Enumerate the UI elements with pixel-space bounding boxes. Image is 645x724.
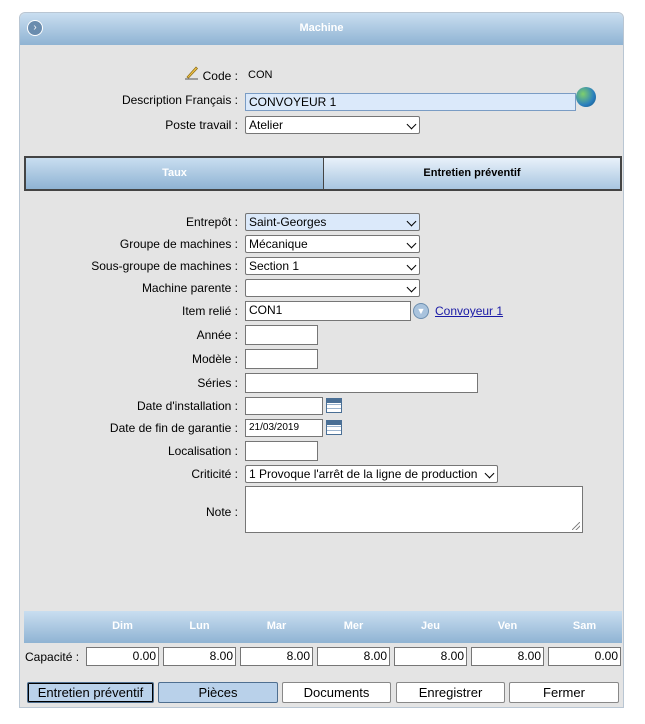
item-relie-label: Item relié : <box>181 304 238 318</box>
lookup-icon[interactable]: ▼ <box>413 303 429 319</box>
capacite-ven-input[interactable]: 8.00 <box>471 647 544 666</box>
localisation-input[interactable] <box>245 441 318 461</box>
capacite-dim-input[interactable]: 0.00 <box>86 647 159 666</box>
entretien-preventif-button[interactable]: Entretien préventif <box>27 682 154 703</box>
chevron-down-icon <box>406 119 417 130</box>
groupe-select[interactable]: Mécanique <box>245 235 420 253</box>
pieces-button[interactable]: Pièces <box>158 682 278 703</box>
calendar-icon[interactable] <box>326 420 342 435</box>
globe-icon[interactable] <box>576 87 596 107</box>
description-label: Description Français : <box>121 93 238 107</box>
modele-input[interactable] <box>245 349 318 369</box>
tab-taux[interactable]: Taux <box>26 158 324 189</box>
entrepot-label: Entrepôt : <box>185 215 238 229</box>
machine-panel: › Machine Code : CON Description Françai… <box>19 12 624 708</box>
capacite-lun-input[interactable]: 8.00 <box>163 647 236 666</box>
capacite-label: Capacité : <box>25 650 80 664</box>
series-label: Séries : <box>197 376 238 390</box>
description-input[interactable]: CONVOYEUR 1 <box>245 93 576 111</box>
page-title: Machine <box>299 22 344 34</box>
sous-groupe-label: Sous-groupe de machines : <box>91 259 238 273</box>
poste-travail-label: Poste travail : <box>165 118 238 132</box>
fermer-button[interactable]: Fermer <box>509 682 619 703</box>
annee-label: Année : <box>196 328 238 342</box>
date-installation-label: Date d'installation : <box>136 399 238 413</box>
note-label: Note : <box>205 505 238 519</box>
tab-entretien-preventif[interactable]: Entretien préventif <box>324 158 620 189</box>
capacite-sam-input[interactable]: 0.00 <box>548 647 621 666</box>
modele-label: Modèle : <box>191 352 238 366</box>
capacite-mar-input[interactable]: 8.00 <box>240 647 313 666</box>
calendar-icon[interactable] <box>326 398 342 413</box>
sous-groupe-select[interactable]: Section 1 <box>245 257 420 275</box>
day-mar: Mar <box>266 620 287 632</box>
note-textarea[interactable] <box>245 486 583 533</box>
series-input[interactable] <box>245 373 478 393</box>
day-jeu: Jeu <box>421 620 440 632</box>
groupe-label: Groupe de machines : <box>119 237 238 251</box>
code-label: Code : <box>202 69 238 83</box>
date-installation-input[interactable] <box>245 397 323 415</box>
chevron-down-icon <box>406 216 417 227</box>
annee-input[interactable] <box>245 325 318 345</box>
days-header: Dim Lun Mar Mer Jeu Ven Sam <box>24 611 622 643</box>
documents-button[interactable]: Documents <box>282 682 391 703</box>
item-relie-link[interactable]: Convoyeur 1 <box>435 304 503 318</box>
capacite-jeu-input[interactable]: 8.00 <box>394 647 467 666</box>
machine-parente-select[interactable] <box>245 279 420 297</box>
day-mer: Mer <box>343 620 364 632</box>
enregistrer-button[interactable]: Enregistrer <box>396 682 505 703</box>
item-relie-input[interactable]: CON1 <box>245 301 411 321</box>
tab-bar: Taux Entretien préventif <box>24 156 622 191</box>
localisation-label: Localisation : <box>167 444 238 458</box>
date-garantie-label: Date de fin de garantie : <box>109 421 238 435</box>
chevron-down-icon <box>406 282 417 293</box>
entrepot-select[interactable]: Saint-Georges <box>245 213 420 231</box>
day-sam: Sam <box>572 620 597 632</box>
criticite-label: Criticité : <box>191 467 238 481</box>
chevron-down-icon <box>484 468 495 479</box>
capacite-mer-input[interactable]: 8.00 <box>317 647 390 666</box>
day-dim: Dim <box>112 620 133 632</box>
poste-travail-select[interactable]: Atelier <box>245 116 420 134</box>
date-garantie-input[interactable]: 21/03/2019 <box>245 419 323 437</box>
code-value: CON <box>248 69 273 81</box>
chevron-down-icon <box>406 238 417 249</box>
title-bar: › Machine <box>20 13 623 45</box>
criticite-select[interactable]: 1 Provoque l'arrêt de la ligne de produc… <box>245 465 498 483</box>
chevron-down-icon <box>406 260 417 271</box>
day-lun: Lun <box>189 620 210 632</box>
day-ven: Ven <box>497 620 518 632</box>
machine-parente-label: Machine parente : <box>141 281 238 295</box>
